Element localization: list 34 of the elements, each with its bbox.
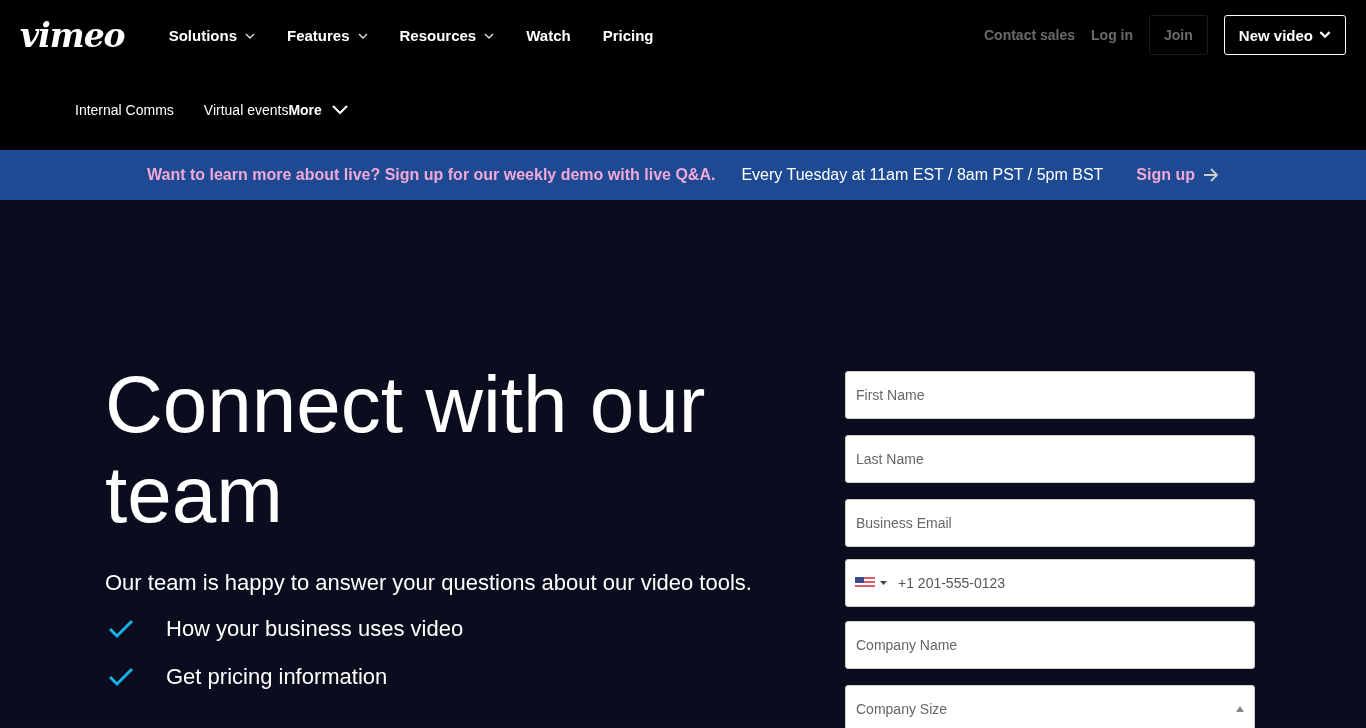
phone-field[interactable]: +1 201-555-0123 xyxy=(845,559,1255,607)
caret-up-icon xyxy=(1236,706,1244,712)
caret-down-icon xyxy=(880,581,887,585)
sign-up-link[interactable]: Sign up xyxy=(1136,166,1219,184)
checkmark-icon xyxy=(108,619,134,639)
new-video-button[interactable]: New video xyxy=(1223,15,1346,55)
checklist-item: How your business uses video xyxy=(166,616,464,642)
checklist-item: Get pricing information xyxy=(166,664,388,690)
account-link[interactable]: Contact sales xyxy=(984,27,1076,43)
input-field[interactable]: Last Name xyxy=(845,435,1255,483)
arrow-right-icon xyxy=(1203,168,1219,182)
banner-headline: Want to learn more about live? Sign up for our weekly demo with live Q&A. xyxy=(147,166,716,184)
checkmark-icon xyxy=(108,667,134,687)
nav-link[interactable]: Pricing xyxy=(602,26,654,44)
nav-link[interactable]: Features xyxy=(286,26,368,44)
subnav-link[interactable]: Internal Comms xyxy=(75,102,174,118)
subnav-link[interactable]: Virtual events xyxy=(203,102,289,118)
nav-link[interactable]: Watch xyxy=(526,26,571,44)
input-field[interactable]: Company Name xyxy=(845,621,1255,669)
more-menu[interactable]: More xyxy=(288,102,348,118)
nav-link[interactable]: Resources xyxy=(399,26,495,44)
chevron-down-icon xyxy=(1319,31,1331,39)
page-subtitle: Our team is happy to answer your questions about our video tools. xyxy=(105,570,753,596)
join-button[interactable]: Join xyxy=(1149,15,1208,55)
vimeo-logo[interactable]: vimeo xyxy=(20,18,125,52)
us-flag-icon xyxy=(855,577,875,589)
input-field[interactable]: Business Email xyxy=(845,499,1255,547)
nav-link[interactable]: Solutions xyxy=(168,26,255,44)
banner-schedule: Every Tuesday at 11am EST / 8am PST / 5pm BST xyxy=(741,166,1104,184)
select-field[interactable]: Company Size xyxy=(845,685,1255,728)
page-heading: Connect with our team xyxy=(105,360,707,540)
account-link[interactable]: Log in xyxy=(1091,27,1134,43)
input-field[interactable]: First Name xyxy=(845,371,1255,419)
chevron-down-icon xyxy=(331,105,348,115)
